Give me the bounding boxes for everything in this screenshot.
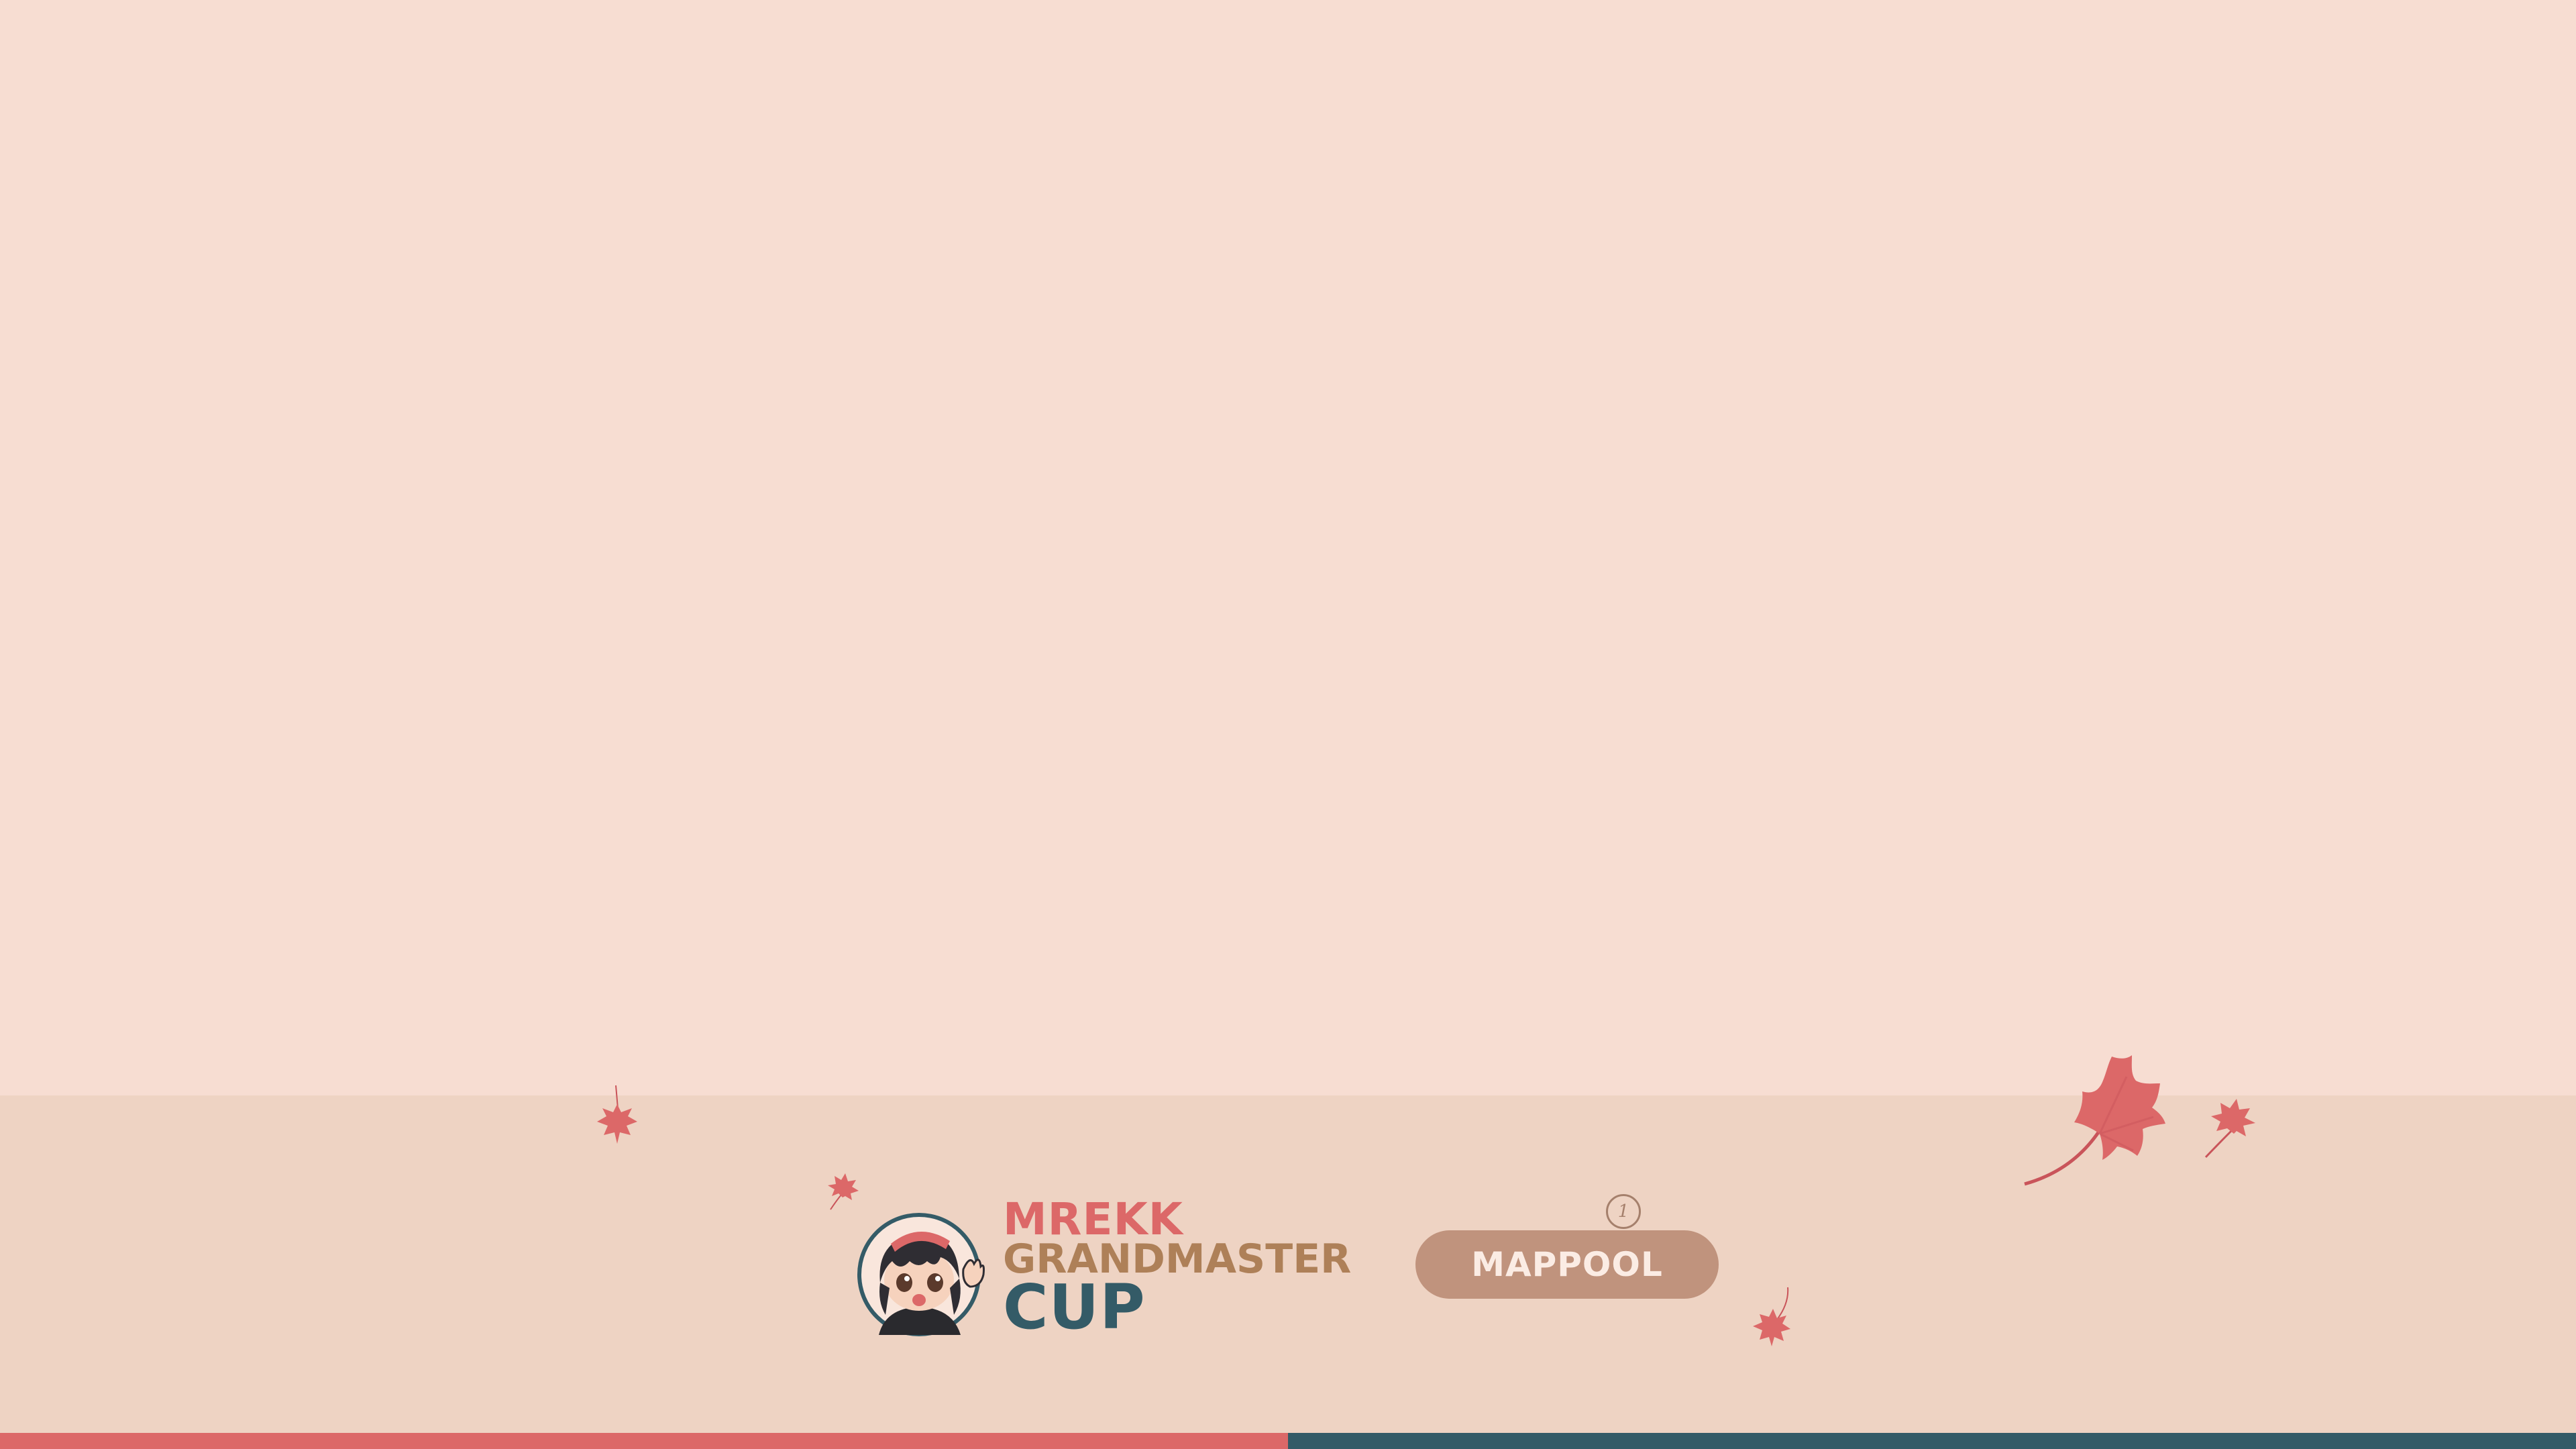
maple-leaf-icon [597, 1085, 637, 1144]
maple-leaf-icon [828, 1173, 859, 1210]
mappool-counter-badge: 1 [1606, 1194, 1641, 1229]
team-red-bar [0, 1433, 1288, 1449]
maple-leaf-icon [1753, 1287, 1790, 1346]
maple-leaf-icon [2024, 1055, 2165, 1186]
counter-value: 1 [1617, 1201, 1629, 1222]
overlay-canvas: MREKK GRANDMASTER CUP 1 MAPPOOL [0, 0, 2576, 1449]
team-blue-bar [1288, 1433, 2576, 1449]
mappool-button[interactable]: MAPPOOL [1415, 1230, 1719, 1299]
mappool-button-label: MAPPOOL [1471, 1245, 1663, 1284]
tournament-logo: MREKK GRANDMASTER CUP [1003, 1197, 1379, 1345]
chibi-avatar-icon [857, 1213, 985, 1336]
gameplay-area [0, 0, 2576, 1095]
maple-leaf-icon [2204, 1099, 2255, 1159]
logo-line-cup: CUP [1003, 1271, 1146, 1343]
